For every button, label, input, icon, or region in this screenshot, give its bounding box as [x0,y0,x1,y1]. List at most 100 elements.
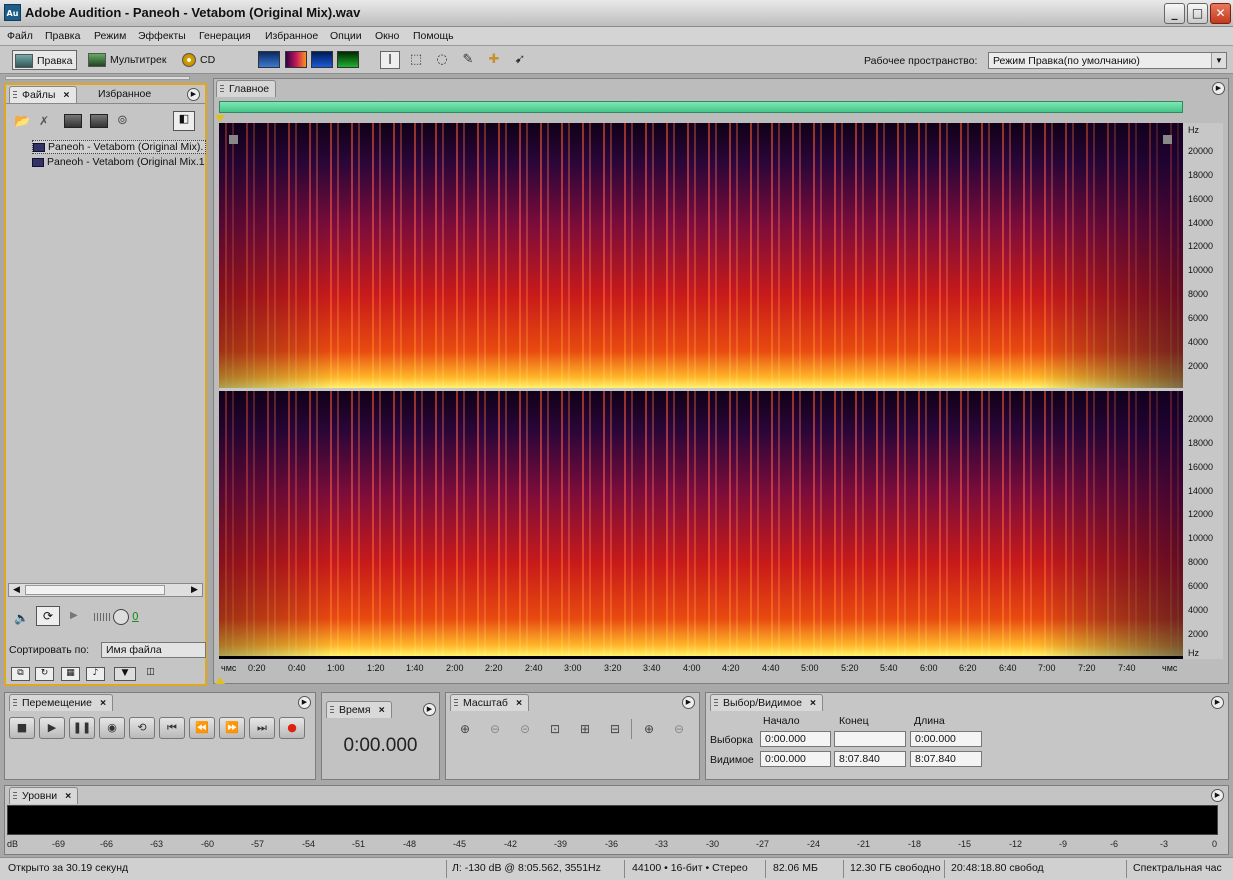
time-selection-tool-icon[interactable]: I [380,51,400,69]
tab-files[interactable]: Файлы × [9,86,77,103]
close-icon[interactable]: × [516,697,522,709]
visible-end-field[interactable]: 8:07.840 [834,751,906,767]
volume-knob[interactable] [113,609,129,625]
close-icon[interactable]: × [100,697,106,709]
zoom-to-selection-icon[interactable]: ⊡ [544,719,566,739]
waveform-display-button[interactable] [258,51,280,68]
panel-menu-icon[interactable]: ▶ [1212,82,1225,95]
volume-value[interactable]: 0 [132,611,139,623]
sort-select[interactable]: Имя файла [101,642,206,658]
visible-start-field[interactable]: 0:00.000 [760,751,831,767]
menu-favorites[interactable]: Избранное [265,30,318,42]
selection-end-field[interactable] [834,731,906,747]
go-to-end-button[interactable]: ⏭ [249,717,275,739]
tab-time[interactable]: Время × [326,701,392,718]
selection-length-field[interactable]: 0:00.000 [910,731,982,747]
playhead-bottom-icon[interactable] [215,677,225,684]
multitrack-view-button[interactable]: Мультитрек [88,50,166,70]
workspace-select[interactable]: Режим Правка(по умолчанию) ▼ [988,52,1227,69]
insert-multitrack-icon[interactable] [90,114,108,128]
filter-video-icon[interactable]: ▦ [61,667,80,681]
selection-start-field[interactable]: 0:00.000 [760,731,831,747]
zoom-left-edge-icon[interactable]: ⊞ [574,719,596,739]
brush-tool-icon[interactable]: ✎ [458,51,478,69]
lasso-tool-icon[interactable]: ◌ [432,51,452,69]
playhead-marker-icon[interactable] [215,115,225,122]
panel-menu-icon[interactable]: ▶ [1211,789,1224,802]
play-to-end-button[interactable]: ◉ [99,717,125,739]
healing-tool-icon[interactable]: ✚ [484,51,504,69]
close-icon[interactable]: × [63,89,69,101]
cd-small-icon[interactable]: ◫ [141,667,160,681]
zoom-right-edge-icon[interactable]: ⊟ [604,719,626,739]
overview-bar[interactable] [219,101,1183,113]
edit-view-button[interactable]: Правка [12,50,78,70]
record-button[interactable]: ● [279,717,305,739]
panel-menu-icon[interactable]: ▶ [682,696,695,709]
speaker-icon[interactable]: 🔈 [14,611,29,625]
panel-menu-icon[interactable]: ▶ [298,696,311,709]
go-to-start-button[interactable]: ⏮ [159,717,185,739]
zoom-out-horizontal-icon[interactable]: ⊖ [484,719,506,739]
scroll-thumb[interactable] [25,585,165,595]
filter-midi-icon[interactable]: ♪ [86,667,105,681]
hybrid-tool-icon[interactable]: ➹ [510,51,530,69]
zoom-in-vertical-icon[interactable]: ⊕ [638,719,660,739]
tab-main[interactable]: Главное [216,80,277,97]
scroll-left-icon[interactable]: ◀ [10,584,23,596]
visible-length-field[interactable]: 8:07.840 [910,751,982,767]
loop-icon[interactable]: ⟳ [36,606,60,626]
list-item[interactable]: Paneoh - Vetabom (Original Mix). [32,140,206,154]
open-file-icon[interactable]: 📂 [14,114,30,129]
close-icon[interactable]: × [810,697,816,709]
tab-favorites[interactable]: Избранное [86,86,157,103]
menu-options[interactable]: Опции [330,30,362,42]
panel-menu-icon[interactable]: ▶ [1211,696,1224,709]
play-small-icon[interactable]: ▶ [70,610,78,621]
stop-button[interactable]: ■ [9,717,35,739]
panel-menu-icon[interactable]: ▶ [187,88,200,101]
autoplay-icon[interactable]: ⊚ [117,113,131,129]
fade-out-handle[interactable] [1163,135,1172,144]
loop-play-button[interactable]: ⟲ [129,717,155,739]
maximize-button[interactable]: □ [1187,3,1208,24]
pan-display-button[interactable] [311,51,333,68]
spectral-display[interactable] [219,123,1183,659]
zoom-in-horizontal-icon[interactable]: ⊕ [454,719,476,739]
cd-view-button[interactable]: CD [182,50,215,70]
menu-edit[interactable]: Правка [45,30,80,42]
close-button[interactable]: ✕ [1210,3,1231,24]
fade-in-handle[interactable] [229,135,238,144]
import-icon[interactable] [64,114,82,128]
menu-window[interactable]: Окно [375,30,399,42]
tab-transport[interactable]: Перемещение × [9,694,114,711]
filter-options-icon[interactable]: ▼ [114,667,136,681]
pause-button[interactable]: ❚❚ [69,717,95,739]
fast-forward-button[interactable]: ⏩ [219,717,245,739]
play-button[interactable]: ▶ [39,717,65,739]
panel-menu-icon[interactable]: ▶ [423,703,436,716]
marquee-tool-icon[interactable]: ⬚ [406,51,426,69]
show-options-icon[interactable]: ◧ [173,111,195,131]
spectral-display-button[interactable] [285,51,307,68]
phase-display-button[interactable] [337,51,359,68]
scroll-right-icon[interactable]: ▶ [188,584,201,596]
close-icon[interactable]: × [379,704,385,716]
close-file-icon[interactable]: ✗ [39,114,55,128]
menu-effects[interactable]: Эффекты [138,30,186,42]
zoom-out-full-icon[interactable]: ⊝ [514,719,536,739]
close-icon[interactable]: × [65,790,71,802]
rewind-button[interactable]: ⏪ [189,717,215,739]
menu-generate[interactable]: Генерация [199,30,251,42]
list-item[interactable]: Paneoh - Vetabom (Original Mix.1 [32,156,206,168]
minimize-button[interactable]: _ [1164,3,1185,24]
menu-mode[interactable]: Режим [94,30,126,42]
menu-file[interactable]: Файл [7,30,33,42]
menu-help[interactable]: Помощь [413,30,454,42]
tab-levels[interactable]: Уровни × [9,787,79,804]
tab-zoom[interactable]: Масштаб × [450,694,530,711]
filter-waveform-icon[interactable]: ⧉ [11,667,30,681]
horizontal-scrollbar[interactable]: ◀ ▶ [8,583,203,597]
zoom-out-vertical-icon[interactable]: ⊖ [668,719,690,739]
filter-loop-icon[interactable]: ↻ [35,667,54,681]
